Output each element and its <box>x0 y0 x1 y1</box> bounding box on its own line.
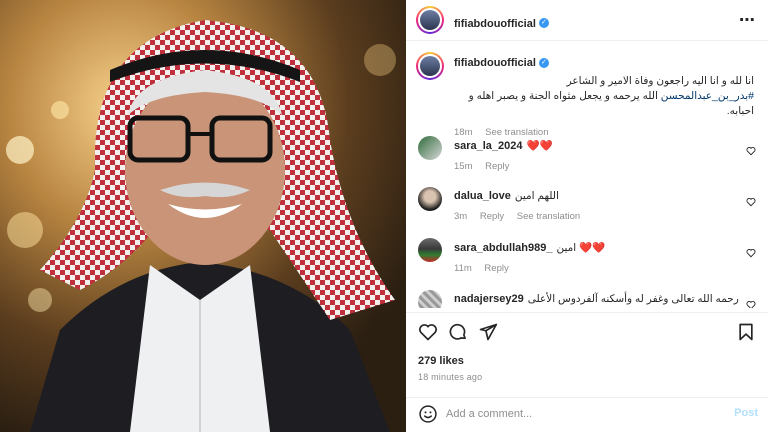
post-image[interactable] <box>0 0 406 432</box>
caption-text: انا لله و انا اليه راجعون وفاة الامير و … <box>454 74 754 119</box>
post-timestamp: 18 minutes ago <box>418 372 483 382</box>
see-translation-link[interactable]: See translation <box>485 127 548 138</box>
likes-count[interactable]: 279 likes <box>418 355 464 367</box>
like-comment-heart-icon[interactable] <box>746 197 756 207</box>
comment-time: 11m <box>454 263 472 274</box>
commenter-avatar[interactable] <box>418 187 442 211</box>
like-comment-heart-icon[interactable] <box>746 146 756 156</box>
caption-avatar[interactable] <box>416 52 444 80</box>
actions-divider <box>406 312 768 313</box>
comment-username[interactable]: sara_la_2024 <box>454 140 523 152</box>
comment-text: ❤️❤️ <box>526 140 553 152</box>
comment-time: 15m <box>454 161 473 172</box>
reply-button[interactable]: Reply <box>484 263 508 274</box>
commenter-avatar[interactable] <box>418 238 442 262</box>
author-username[interactable]: fifiabdouofficial <box>454 18 536 30</box>
more-horizontal-icon[interactable]: ⋯ <box>739 10 756 30</box>
verified-badge-icon: ✓ <box>538 17 549 28</box>
verified-badge-icon: ✓ <box>538 58 549 69</box>
add-comment-bar: Post <box>406 398 768 432</box>
emoji-smiley-icon[interactable] <box>418 404 438 424</box>
comment-text: اللهم امين <box>514 190 559 202</box>
caption-username[interactable]: fifiabdouofficial <box>454 57 536 69</box>
comment-meta: 15m Reply <box>454 161 744 172</box>
comment-meta: 3m Reply See translation <box>454 211 744 222</box>
comment-text: رحمه الله تعالى وغفر له وأسكنه آلفردوس ا… <box>527 293 739 305</box>
comment-text: امين ❤️❤️ <box>556 242 606 254</box>
caption-time: 18m <box>454 127 473 138</box>
caption-main-text: انا لله و انا اليه راجعون وفاة الامير و … <box>566 75 754 87</box>
comment-username[interactable]: dalua_love <box>454 190 511 202</box>
comment-meta: 11m Reply <box>454 263 744 274</box>
like-comment-heart-icon[interactable] <box>746 300 756 308</box>
reply-button[interactable]: Reply <box>480 211 504 222</box>
post-actions <box>418 322 756 344</box>
comment-item: nadajersey29 رحمه الله تعالى وغفر له وأسك… <box>418 290 758 308</box>
reply-button[interactable]: Reply <box>485 161 509 172</box>
like-heart-icon[interactable] <box>418 322 438 342</box>
comment-username[interactable]: nadajersey29 <box>454 293 524 305</box>
post-caption: fifiabdouofficial ✓ انا لله و انا اليه را… <box>454 56 754 140</box>
like-comment-heart-icon[interactable] <box>746 248 756 258</box>
header-divider <box>406 40 768 41</box>
comment-username[interactable]: sara_abdullah989_ <box>454 242 552 254</box>
see-translation-link[interactable]: See translation <box>517 211 580 222</box>
commenter-avatar[interactable] <box>418 290 442 308</box>
caption-meta: 18m See translation <box>454 125 754 140</box>
post-side-panel: fifiabdouofficial ✓ ⋯ fifiabdouofficial ✓ … <box>406 0 768 432</box>
comment-time: 3m <box>454 211 468 222</box>
author-avatar[interactable] <box>416 6 444 34</box>
comment-bubble-icon[interactable] <box>448 322 468 342</box>
add-comment-input[interactable] <box>446 404 716 424</box>
caption-hashtag[interactable]: #بدر_بن_عبدالمحسن <box>661 90 754 102</box>
save-bookmark-icon[interactable] <box>736 322 756 342</box>
commenter-avatar[interactable] <box>418 136 442 160</box>
post-comment-button[interactable]: Post <box>734 407 758 419</box>
share-paper-plane-icon[interactable] <box>478 322 498 342</box>
